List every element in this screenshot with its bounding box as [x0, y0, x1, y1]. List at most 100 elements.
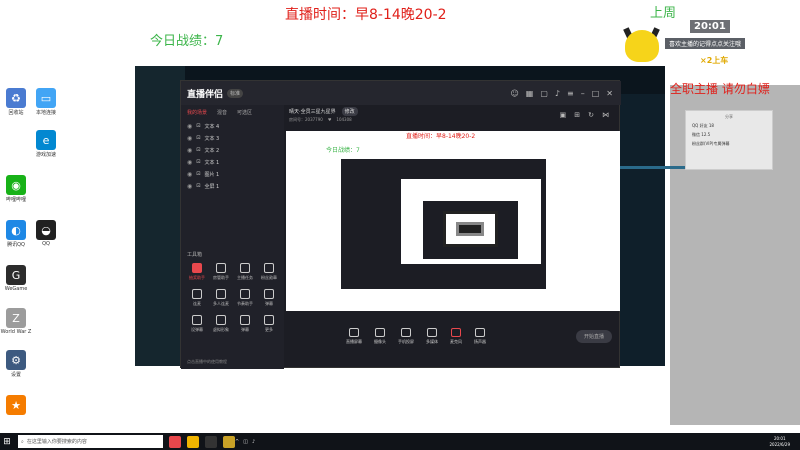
lock-icon[interactable]: ⊡ [196, 159, 200, 165]
eye-icon[interactable]: ◉ [187, 123, 192, 130]
layer-item[interactable]: ◉ ⊡ 文本 4 [181, 120, 284, 132]
source-media[interactable]: 多媒体 [426, 327, 438, 345]
stream-sub: 房间号：2037790 ♥ 104308 [289, 117, 352, 123]
rotate-icon[interactable]: ↻ [588, 111, 594, 119]
desktop-icon-qq2[interactable]: ◒ QQ [32, 220, 60, 247]
share-line[interactable]: QQ 好友 18 [686, 123, 772, 129]
volume-icon[interactable]: ♪ [252, 439, 255, 445]
eye-icon[interactable]: ◉ [187, 183, 192, 190]
all-dance-overlay: 全职主播 请勿白嫖 [670, 82, 770, 96]
scene-sidebar: 我的场景 混音 可选区 ◉ ⊡ 文本 4 ◉ ⊡ 文本 3 ◉ ⊡ 文本 2 ◉ ⊡ 文本 1 … [181, 105, 284, 369]
tool-lottery[interactable]: 抽奖助手 [185, 263, 209, 281]
tool-room-admin[interactable]: 房管助手 [209, 263, 233, 281]
chat-icon[interactable]: ▢ [540, 89, 548, 98]
tab-optional[interactable]: 可选区 [237, 109, 252, 116]
eye-icon[interactable]: ◉ [187, 159, 192, 166]
nested-window-5 [456, 222, 484, 236]
desktop-icon-wegame[interactable]: G WeGame [2, 265, 30, 292]
tool-danmaku-2[interactable]: 弹幕 [233, 315, 257, 333]
desktop-icon-qq[interactable]: ◐ 腾讯QQ [2, 220, 30, 248]
desktop-icon-worldwarz[interactable]: Z World War Z [1, 308, 31, 335]
live-time-overlay: 直播时间：早8-14晚20-2 [285, 7, 447, 23]
taskbar-clock[interactable]: 20:01 2022/6/29 [769, 436, 790, 448]
taskbar-app-icon[interactable] [169, 435, 181, 448]
tool-more[interactable]: 更多 [257, 315, 281, 333]
chevron-up-icon[interactable]: ^ [235, 439, 239, 445]
tool-danmaku[interactable]: 弹幕 [257, 289, 281, 307]
user-icon [216, 263, 226, 273]
eye-icon[interactable]: ◉ [187, 135, 192, 142]
lock-icon[interactable]: ⊡ [196, 147, 200, 153]
desktop-icon-settings[interactable]: ⚙ 设置 [2, 350, 30, 378]
source-speaker[interactable]: 扬声器 [474, 327, 486, 345]
avatar-icon[interactable]: ☺ [510, 89, 518, 98]
eye-icon[interactable]: ◉ [187, 171, 192, 178]
mic-icon [192, 289, 202, 299]
layer-item[interactable]: ◉ ⊡ 文本 1 [181, 156, 284, 168]
desktop-icon-recycle[interactable]: ♻ 回收站 [2, 88, 30, 116]
minimize-icon[interactable]: – [581, 89, 585, 98]
maximize-icon[interactable]: □ [592, 89, 600, 98]
lock-icon[interactable]: ⊡ [196, 171, 200, 177]
microphone-icon [451, 327, 461, 337]
app-badge[interactable]: 标准 [227, 88, 244, 98]
tool-set-danmaku[interactable]: 设弹幕 [185, 315, 209, 333]
edit-title-button[interactable]: 修改 [341, 107, 358, 116]
layout-icon[interactable]: ▣ [560, 111, 567, 119]
source-phone[interactable]: 手机投屏 [398, 327, 414, 345]
sidebar-footer[interactable]: 点击直播中的使用教程 [187, 359, 227, 365]
menu-icon[interactable]: ≡ [567, 89, 574, 98]
game-sidebar [135, 66, 185, 366]
grid-icon[interactable]: ▦ [526, 89, 534, 98]
taskbar-folder-icon[interactable] [187, 435, 199, 448]
windows-start-icon[interactable]: ⊞ [0, 433, 14, 450]
screen-icon [349, 327, 359, 337]
nested-window-3 [423, 201, 518, 259]
taskbar-search[interactable]: ⌕ 在这里输入你要搜索的内容 [18, 435, 163, 448]
taskbar-app-icon[interactable] [205, 435, 217, 448]
pikachu-icon [625, 30, 659, 62]
share-line[interactable]: 粉丝群(VIP)专属弹幕 [686, 141, 772, 147]
source-screen[interactable]: 直播屏幕 [346, 327, 362, 345]
desktop-icon-extra[interactable]: ★ [2, 395, 30, 416]
badge-icon [264, 263, 274, 273]
tool-link-mic[interactable]: 连麦 [185, 289, 209, 307]
tool-multi-mic[interactable]: 多人连麦 [209, 289, 233, 307]
layer-item[interactable]: ◉ ⊡ 图片 1 [181, 168, 284, 180]
start-live-button[interactable]: 开始直播 [575, 329, 612, 343]
task-icon [240, 263, 250, 273]
tab-mixer[interactable]: 混音 [217, 109, 227, 116]
layer-item[interactable]: ◉ ⊡ 全屏 1 [181, 180, 284, 192]
chat-bubble-icon [240, 315, 250, 325]
tool-task[interactable]: 主播任务 [233, 263, 257, 281]
desktop-icon-accel[interactable]: e 游戏加速 [32, 130, 60, 158]
desktop-icon-network[interactable]: ▭ 本地连接 [32, 88, 60, 116]
lock-icon[interactable]: ⊡ [196, 183, 200, 189]
tool-rhythm[interactable]: 节奏助手 [233, 289, 257, 307]
preview-live-time: 直播时间：早8-14晚20-2 [406, 133, 476, 140]
taskbar-game-icon[interactable] [223, 435, 235, 448]
layer-item[interactable]: ◉ ⊡ 文本 2 [181, 144, 284, 156]
share-line[interactable]: 微信 12.5 [686, 132, 772, 138]
lock-icon[interactable]: ⊡ [196, 123, 200, 129]
danmaku-icon [264, 289, 274, 299]
speaker-icon [475, 327, 485, 337]
tab-my-scene[interactable]: 我的场景 [187, 109, 207, 116]
tool-badge[interactable]: 粉丝勋章 [257, 263, 281, 281]
network-icon[interactable]: ◫ [243, 439, 248, 445]
source-camera[interactable]: 摄像头 [374, 327, 386, 345]
lock-icon[interactable]: ⊡ [196, 135, 200, 141]
eye-icon[interactable]: ◉ [187, 147, 192, 154]
fans-icon: ♥ [327, 117, 332, 122]
source-bar: 直播屏幕 摄像头 手机投屏 多媒体 麦克风 扬声器 开始直播 [286, 321, 620, 351]
source-mic[interactable]: 麦克风 [450, 327, 462, 345]
tool-virtual[interactable]: 虚拟形象 [209, 315, 233, 333]
layer-item[interactable]: ◉ ⊡ 文本 3 [181, 132, 284, 144]
share-icon[interactable]: ⋈ [602, 111, 609, 119]
desktop-icon-bilibili[interactable]: ◉ 哔哩哔哩 [2, 175, 30, 203]
group-icon [216, 289, 226, 299]
close-icon[interactable]: ✕ [606, 89, 613, 98]
bell-icon[interactable]: ♪ [555, 89, 560, 98]
follow-tip: 喜欢主播的记得点点关注哦 [665, 38, 746, 49]
crop-icon[interactable]: ⊞ [574, 111, 580, 119]
